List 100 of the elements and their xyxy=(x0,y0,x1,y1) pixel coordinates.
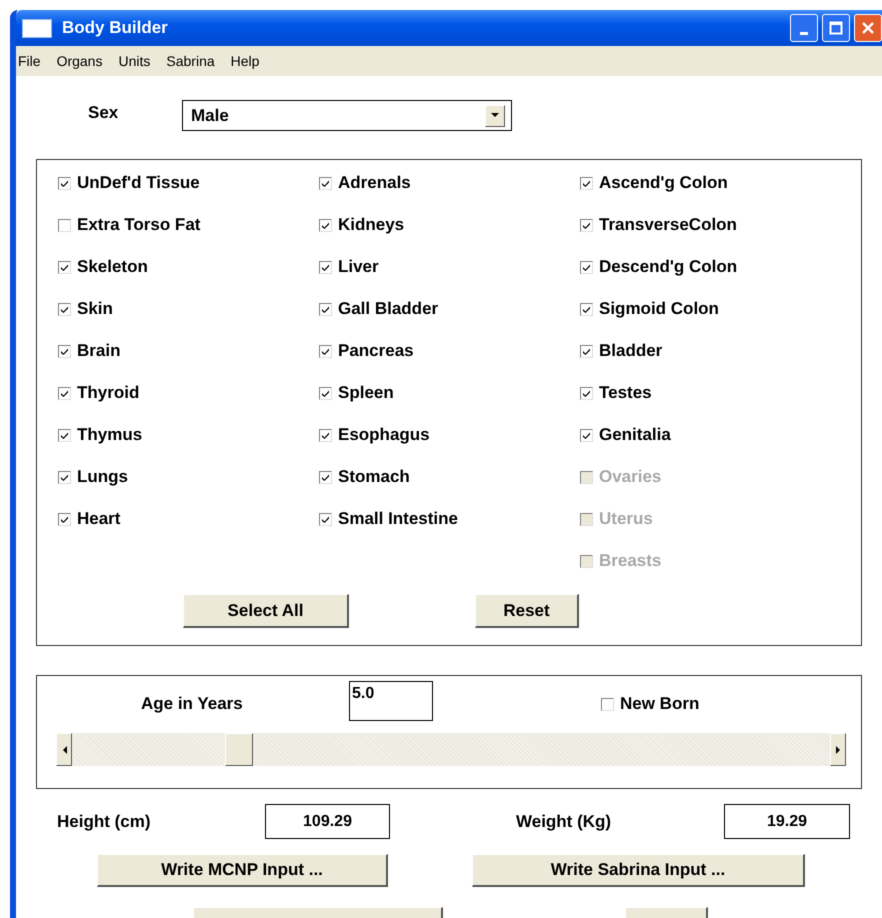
sex-dropdown[interactable]: Male xyxy=(182,100,512,131)
checkmark-icon xyxy=(321,262,330,272)
weight-field[interactable]: 19.29 xyxy=(724,804,850,839)
dropdown-button[interactable] xyxy=(485,104,505,126)
minimize-icon xyxy=(800,32,808,34)
checkmark-icon xyxy=(60,472,69,482)
window-icon xyxy=(22,18,52,38)
checkbox[interactable] xyxy=(58,512,71,526)
close-button[interactable] xyxy=(854,14,882,42)
checkbox[interactable] xyxy=(319,386,332,400)
checkbox-label[interactable]: Bladder xyxy=(599,341,662,361)
checkbox-label[interactable]: Thyroid xyxy=(77,383,140,403)
checkmark-icon xyxy=(321,388,330,398)
checkbox-label[interactable]: Stomach xyxy=(338,467,410,487)
checkbox[interactable] xyxy=(580,218,593,232)
checkbox[interactable] xyxy=(58,260,71,274)
checkbox-label[interactable]: UnDef'd Tissue xyxy=(77,173,200,193)
checkmark-icon xyxy=(321,514,330,524)
checkmark-icon xyxy=(60,178,69,188)
checkbox-label[interactable]: TransverseColon xyxy=(599,215,737,235)
checkmark-icon xyxy=(60,304,69,314)
checkbox-label[interactable]: Kidneys xyxy=(338,215,404,235)
checkbox-label[interactable]: New Born xyxy=(620,694,700,714)
checkbox-label[interactable]: Spleen xyxy=(338,383,394,403)
checkmark-icon xyxy=(60,430,69,440)
reset-button[interactable]: Reset xyxy=(475,594,579,628)
checkbox[interactable] xyxy=(58,344,71,358)
height-label: Height (cm) xyxy=(57,812,152,832)
right-arrow-icon xyxy=(836,746,840,754)
checkbox[interactable] xyxy=(580,386,593,400)
checkmark-icon xyxy=(321,304,330,314)
checkmark-icon xyxy=(582,388,591,398)
age-label: Age in Years xyxy=(141,694,244,714)
checkbox[interactable] xyxy=(580,176,593,190)
menu-item[interactable]: Sabrina xyxy=(158,53,223,69)
checkbox[interactable] xyxy=(319,470,332,484)
checkbox[interactable] xyxy=(58,176,71,190)
checkmark-icon xyxy=(60,346,69,356)
checkbox[interactable] xyxy=(58,218,71,232)
write-mcnp-button[interactable]: Write MCNP Input ... xyxy=(97,854,388,887)
checkbox-label[interactable]: Skin xyxy=(77,299,113,319)
checkbox-label[interactable]: Skeleton xyxy=(77,257,148,277)
slider-thumb[interactable] xyxy=(225,733,254,766)
checkbox-label[interactable]: Thymus xyxy=(77,425,142,445)
checkmark-icon xyxy=(582,346,591,356)
checkbox[interactable] xyxy=(319,176,332,190)
checkmark-icon xyxy=(582,220,591,230)
maximize-button[interactable] xyxy=(822,14,850,42)
checkbox-label[interactable]: Extra Torso Fat xyxy=(77,215,200,235)
checkbox[interactable] xyxy=(58,386,71,400)
checkbox[interactable] xyxy=(319,302,332,316)
checkbox-label[interactable]: Descend'g Colon xyxy=(599,257,738,277)
menu-item[interactable]: Help xyxy=(222,53,268,69)
sex-label: Sex xyxy=(88,102,120,122)
maximize-icon xyxy=(829,21,843,35)
checkbox[interactable] xyxy=(58,302,71,316)
checkmark-icon xyxy=(582,178,591,188)
checkbox-label[interactable]: Small Intestine xyxy=(338,509,458,529)
checkbox[interactable] xyxy=(580,302,593,316)
checkbox-label[interactable]: Liver xyxy=(338,257,379,277)
checkmark-icon xyxy=(60,514,69,524)
checkbox[interactable] xyxy=(580,260,593,274)
scroll-left-button[interactable] xyxy=(56,733,72,766)
checkbox[interactable] xyxy=(580,428,593,442)
checkbox-label[interactable]: Genitalia xyxy=(599,425,671,445)
menu-item[interactable]: Units xyxy=(110,53,158,69)
write-sabrina-button[interactable]: Write Sabrina Input ... xyxy=(472,854,805,887)
checkbox[interactable] xyxy=(319,512,332,526)
checkbox-label[interactable]: Heart xyxy=(77,509,120,529)
caret-icon xyxy=(491,113,499,118)
checkmark-icon xyxy=(582,262,591,272)
checkbox-label[interactable]: Lungs xyxy=(77,467,128,487)
checkbox[interactable] xyxy=(319,428,332,442)
checkmark-icon xyxy=(321,346,330,356)
checkbox-label[interactable]: Esophagus xyxy=(338,425,430,445)
menu-item[interactable]: Organs xyxy=(48,53,110,69)
weight-label: Weight (Kg) xyxy=(516,812,612,832)
checkbox[interactable] xyxy=(58,428,71,442)
checkbox[interactable] xyxy=(319,260,332,274)
checkbox-label[interactable]: Ascend'g Colon xyxy=(599,173,728,193)
checkbox-label[interactable]: Adrenals xyxy=(338,173,411,193)
checkbox[interactable] xyxy=(319,218,332,232)
height-field[interactable]: 109.29 xyxy=(265,804,390,839)
scroll-right-button[interactable] xyxy=(830,733,846,766)
minimize-button[interactable] xyxy=(790,14,818,42)
age-field[interactable]: 5.0 xyxy=(349,681,433,721)
checkbox-label[interactable]: Brain xyxy=(77,341,120,361)
select-all-button[interactable]: Select All xyxy=(183,594,349,628)
checkmark-icon xyxy=(321,178,330,188)
checkbox[interactable] xyxy=(601,698,614,710)
checkbox[interactable] xyxy=(58,470,71,484)
checkbox-label[interactable]: Pancreas xyxy=(338,341,414,361)
checkbox-label[interactable]: Sigmoid Colon xyxy=(599,299,719,319)
checkbox-label[interactable]: Gall Bladder xyxy=(338,299,438,319)
checkbox[interactable] xyxy=(580,344,593,358)
checkbox-label[interactable]: Testes xyxy=(599,383,652,403)
checkbox[interactable] xyxy=(319,344,332,358)
window-title: Body Builder xyxy=(62,18,169,38)
checkmark-icon xyxy=(321,220,330,230)
menu-item[interactable]: File xyxy=(16,53,49,69)
